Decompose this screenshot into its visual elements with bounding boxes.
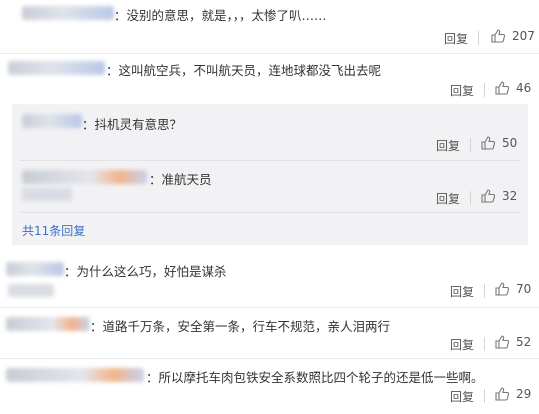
like-button[interactable]: 52: [494, 334, 531, 350]
blurred-username: [8, 61, 105, 75]
comment-item: ：这叫航空兵，不叫航天员，连地球都没飞出去呢 回复 46: [0, 56, 539, 104]
like-count: 52: [516, 335, 532, 349]
more-replies-link[interactable]: 共11条回复: [22, 222, 85, 239]
comment-text: ：没别的意思，就是，，，太惨了叭……: [114, 8, 327, 23]
like-button[interactable]: 207: [490, 28, 535, 44]
blurred-username: [6, 317, 90, 331]
comment-item: ：道路千万条，安全第一条，行车不规范，亲人泪两行 回复 52: [0, 311, 539, 356]
sub-replies-panel: ：抖机灵有意思？ 回复 50 ：准航天员 回复 32 共11条回复: [12, 104, 528, 245]
comment-item: ：没别的意思，就是，，，太惨了叭…… 回复 207: [0, 0, 539, 50]
thumbs-up-icon: [481, 136, 496, 150]
like-button[interactable]: 46: [494, 80, 531, 96]
blurred-meta: [8, 284, 54, 297]
divider: [484, 389, 485, 403]
reply-button[interactable]: 回复: [450, 283, 474, 300]
like-button[interactable]: 29: [494, 386, 531, 402]
like-count: 32: [502, 189, 518, 203]
divider: [20, 212, 520, 213]
divider: [0, 53, 539, 54]
like-button[interactable]: 50: [480, 135, 517, 151]
reply-button[interactable]: 回复: [450, 82, 474, 99]
divider: [470, 191, 471, 205]
thumbs-up-icon: [491, 29, 506, 43]
comment-item: ：所以摩托车肉包铁安全系数照比四个轮子的还是低一些啊。 回复 29: [0, 362, 539, 414]
comment-text: ：为什么这么巧，好怕是谋杀: [64, 264, 227, 279]
comment-text: ：道路千万条，安全第一条，行车不规范，亲人泪两行: [90, 319, 391, 334]
divider: [478, 31, 479, 45]
blurred-username: [6, 368, 144, 382]
thumbs-up-icon: [495, 387, 510, 401]
blurred-username: [22, 6, 114, 20]
divider: [0, 358, 539, 359]
thumbs-up-icon: [495, 282, 510, 296]
like-button[interactable]: 32: [480, 188, 517, 204]
thumbs-up-icon: [495, 335, 510, 349]
reply-button[interactable]: 回复: [436, 190, 460, 207]
divider: [470, 138, 471, 152]
reply-button[interactable]: 回复: [436, 137, 460, 154]
blurred-username: [6, 262, 64, 276]
thumbs-up-icon: [495, 81, 510, 95]
divider: [484, 284, 485, 298]
divider: [20, 160, 520, 161]
divider: [484, 337, 485, 351]
reply-button[interactable]: 回复: [450, 336, 474, 353]
sub-reply-text: ：准航天员: [149, 172, 212, 187]
like-button[interactable]: 70: [494, 281, 531, 297]
like-count: 29: [516, 387, 532, 401]
blurred-username: [22, 170, 147, 184]
thumbs-up-icon: [481, 189, 496, 203]
like-count: 46: [516, 81, 532, 95]
blurred-username: [22, 114, 82, 128]
blurred-meta: [22, 188, 72, 201]
reply-button[interactable]: 回复: [450, 388, 474, 405]
like-count: 207: [512, 29, 535, 43]
like-count: 50: [502, 136, 518, 150]
divider: [484, 83, 485, 97]
like-count: 70: [516, 282, 532, 296]
comment-text: ：所以摩托车肉包铁安全系数照比四个轮子的还是低一些啊。: [146, 370, 484, 385]
comment-item: ：为什么这么巧，好怕是谋杀 回复 70: [0, 258, 539, 304]
divider: [0, 307, 539, 308]
sub-reply-text: ：抖机灵有意思？: [82, 117, 183, 132]
reply-button[interactable]: 回复: [444, 30, 468, 47]
comment-text: ：这叫航空兵，不叫航天员，连地球都没飞出去呢: [106, 63, 382, 78]
